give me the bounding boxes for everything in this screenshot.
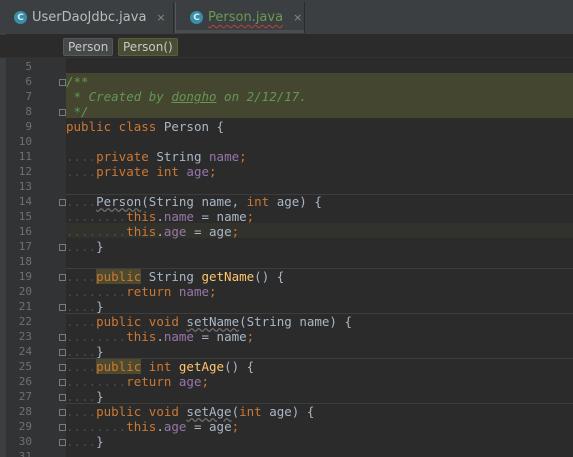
code-line: ........this.name = name; [66, 329, 255, 344]
code-line: */ [66, 104, 89, 119]
line-number: 11 [18, 150, 32, 163]
line-number: 12 [18, 165, 32, 178]
fold-marker-icon[interactable] [59, 379, 66, 386]
tab-userdaojdbc[interactable]: C UserDaoJdbc.java × [0, 2, 174, 33]
java-class-icon: C [190, 11, 203, 24]
breadcrumb-constructor[interactable]: Person() [118, 38, 178, 56]
code-line: ....} [66, 239, 104, 254]
line-number: 9 [25, 120, 32, 133]
line-number: 19 [18, 270, 32, 283]
tab-label: UserDaoJdbc.java [32, 10, 147, 25]
fold-marker-icon[interactable] [59, 439, 66, 446]
line-number-gutter[interactable]: 5 6 7 8 9 10 11 12 13 14 15 16 17 18 19 … [6, 58, 66, 457]
line-number: 18 [18, 255, 32, 268]
code-line: public class Person { [66, 119, 225, 134]
code-line: /** [66, 74, 89, 89]
fold-marker-icon[interactable] [59, 79, 66, 86]
fold-marker-icon[interactable] [59, 244, 66, 251]
code-line: ....private int age; [66, 164, 217, 179]
code-line: ....} [66, 344, 104, 359]
code-line: ....public int getAge() { [66, 359, 255, 374]
breadcrumb: Person Person() [0, 35, 573, 58]
line-number: 28 [18, 405, 32, 418]
java-class-icon: C [14, 11, 27, 24]
code-line: ........return name; [66, 284, 217, 299]
fold-marker-icon[interactable] [59, 394, 66, 401]
line-number: 17 [18, 240, 32, 253]
code-line: ....} [66, 389, 104, 404]
fold-marker-icon[interactable] [59, 334, 66, 341]
line-number: 25 [18, 360, 32, 373]
line-number: 6 [25, 75, 32, 88]
tab-label: Person.java [208, 10, 284, 25]
line-number: 23 [18, 330, 32, 343]
line-number: 20 [18, 285, 32, 298]
line-number: 22 [18, 315, 32, 328]
line-number: 16 [18, 225, 32, 238]
code-line: ....public void setAge(int age) { [66, 404, 315, 419]
code-line: * Created by dongho on 2/12/17. [66, 89, 307, 104]
line-number: 13 [18, 180, 32, 193]
tab-person[interactable]: C Person.java × [175, 2, 305, 33]
line-number: 5 [25, 60, 32, 73]
fold-marker-icon[interactable] [59, 409, 66, 416]
code-editor[interactable]: /** * Created by dongho on 2/12/17. */ p… [66, 58, 573, 457]
code-line: ........this.name = name; [66, 209, 255, 224]
line-number: 27 [18, 390, 32, 403]
line-number: 15 [18, 210, 32, 223]
code-line: ....public String getName() { [66, 269, 285, 284]
code-line: ....} [66, 299, 104, 314]
editor-tab-bar: C UserDaoJdbc.java × C Person.java × [0, 0, 573, 35]
fold-marker-icon[interactable] [59, 349, 66, 356]
fold-marker-icon[interactable] [59, 364, 66, 371]
close-tab-icon[interactable]: × [293, 11, 302, 24]
fold-marker-icon[interactable] [59, 424, 66, 431]
code-line: ........this.age = age; [66, 419, 240, 434]
line-number: 24 [18, 345, 32, 358]
code-line: ....public void setName(String name) { [66, 314, 352, 329]
active-tab-indicator [176, 30, 304, 33]
code-line: ........return age; [66, 374, 210, 389]
breadcrumb-class[interactable]: Person [63, 38, 114, 56]
fold-marker-icon[interactable] [59, 109, 66, 116]
line-number: 29 [18, 420, 32, 433]
line-number: 10 [18, 135, 32, 148]
ide-window: C UserDaoJdbc.java × C Person.java × Per… [0, 0, 573, 457]
line-number: 21 [18, 300, 32, 313]
code-line: ....Person(String name, int age) { [66, 194, 322, 209]
line-number: 8 [25, 105, 32, 118]
line-number: 30 [18, 435, 32, 448]
code-line: ....} [66, 434, 104, 449]
line-number: 31 [18, 450, 32, 457]
fold-marker-icon[interactable] [59, 199, 66, 206]
code-line: ........this.age = age; [66, 224, 240, 239]
code-line: ....private String name; [66, 149, 247, 164]
line-number: 26 [18, 375, 32, 388]
fold-marker-icon[interactable] [59, 304, 66, 311]
line-number: 14 [18, 195, 32, 208]
fold-marker-icon[interactable] [59, 274, 66, 281]
line-number: 7 [25, 90, 32, 103]
close-tab-icon[interactable]: × [156, 11, 165, 24]
